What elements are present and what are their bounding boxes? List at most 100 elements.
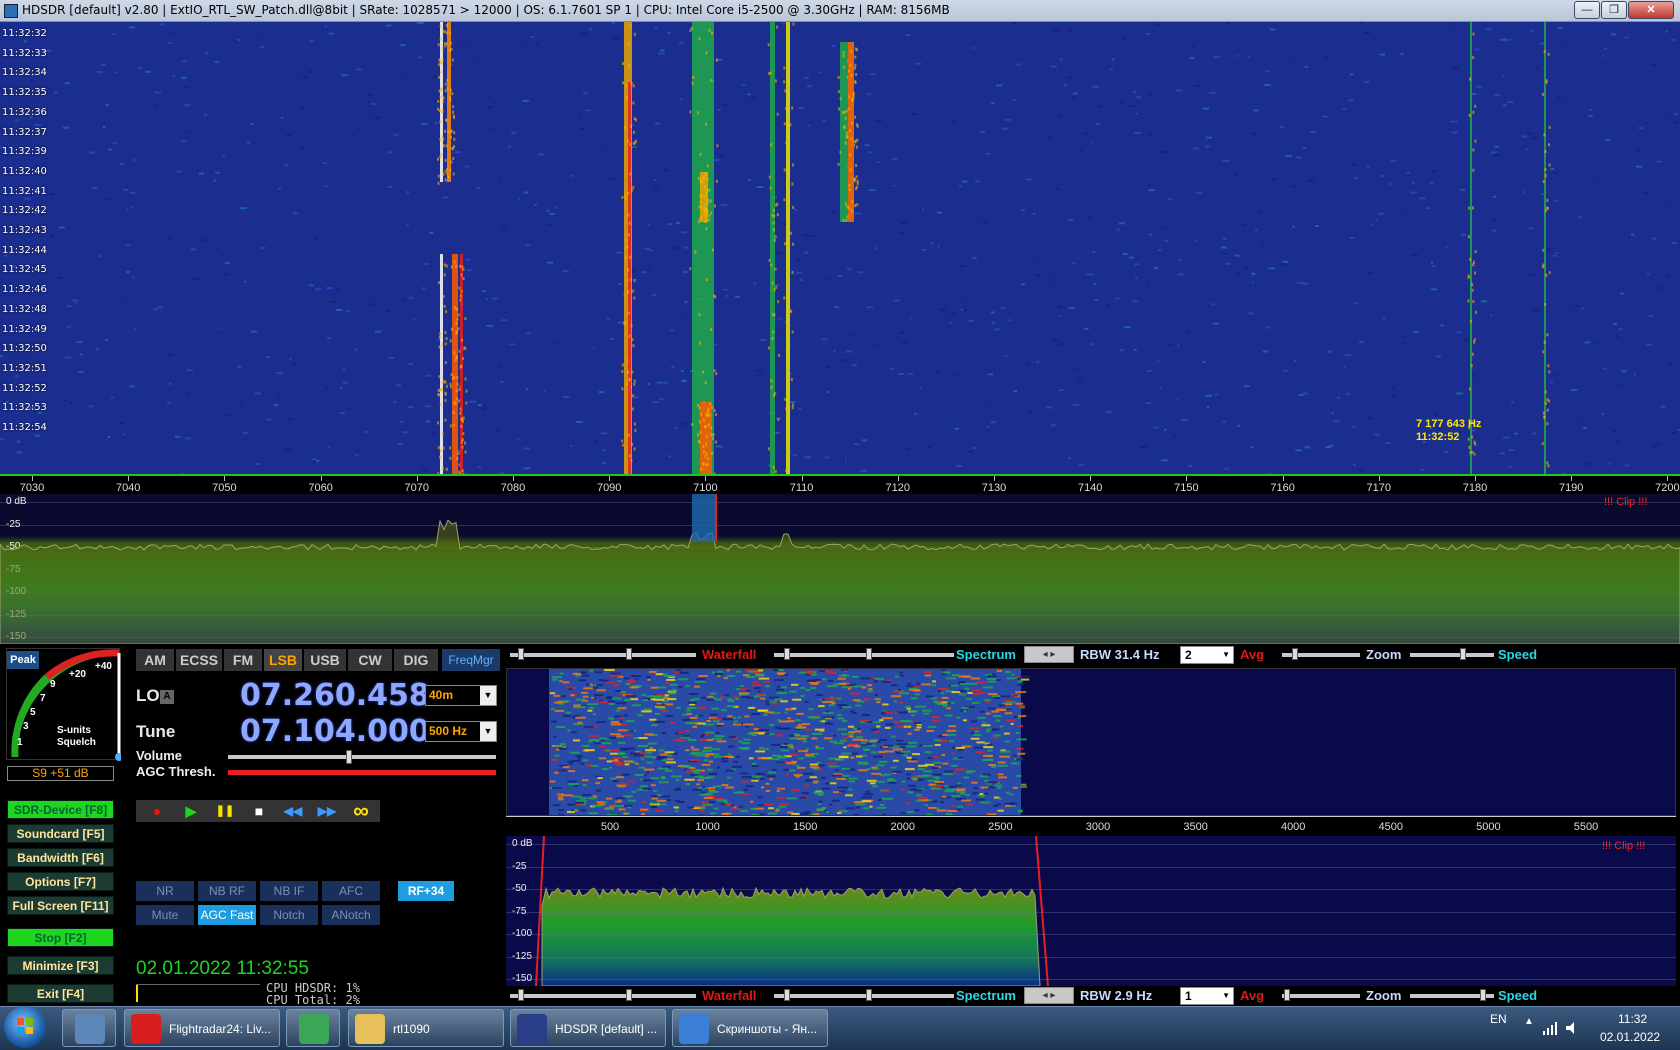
filter-nb-rf-button[interactable]: NB RF xyxy=(198,881,256,901)
speed-slider[interactable] xyxy=(1410,648,1494,660)
band-select[interactable]: 40m ▼ xyxy=(425,685,497,706)
volume-slider[interactable] xyxy=(228,750,496,764)
audio-spectrum[interactable]: 0 dB -25 -50 -75 -100 -125 -150 !!! Clip !!! xyxy=(506,836,1676,986)
zoom-slider[interactable] xyxy=(1282,648,1360,660)
af-rbw-spinner[interactable]: ◂ ▸ xyxy=(1024,987,1074,1004)
restore-button[interactable]: ❐ xyxy=(1601,1,1627,19)
lo-label: LO xyxy=(136,686,160,705)
mode-usb-button[interactable]: USB xyxy=(304,649,346,671)
clock-time[interactable]: 11:32 xyxy=(1618,1012,1647,1026)
mode-lsb-button[interactable]: LSB xyxy=(264,649,302,671)
rewind-button[interactable]: ◀◀ xyxy=(276,800,310,822)
full-screen-button[interactable]: Full Screen [F11] xyxy=(7,896,114,915)
volume-label: Volume xyxy=(136,748,182,763)
frequency-axis[interactable]: 7030 7040 7050 7060 7070 7080 7090 7100 7110 7120… xyxy=(0,474,1680,494)
rf-gain-button[interactable]: RF+34 xyxy=(398,881,454,901)
avg-select[interactable]: 2 ▼ xyxy=(1180,646,1234,664)
waterfall-slider-1[interactable] xyxy=(510,648,606,660)
freq-tick-label: 7160 xyxy=(1270,482,1295,494)
waterfall-timestamp: 11:32:42 xyxy=(2,205,47,217)
freq-tick-label: 7120 xyxy=(885,482,911,494)
af-speed-slider[interactable] xyxy=(1410,989,1494,1001)
opera-icon xyxy=(131,1014,161,1044)
filter-nr-button[interactable]: NR xyxy=(136,881,194,901)
exit-button[interactable]: Exit [F4] xyxy=(7,984,114,1003)
freq-tick-label: 7040 xyxy=(115,482,141,494)
freq-tick-label: 7080 xyxy=(500,482,526,494)
main-waterfall[interactable]: 11:32:32 11:32:33 11:32:34 11:32:35 11:32:36… xyxy=(0,22,1680,474)
folder-icon xyxy=(355,1014,385,1044)
lo-a-badge[interactable]: A xyxy=(160,690,174,704)
volume-icon[interactable] xyxy=(1564,1020,1580,1036)
audio-db-label: -125 xyxy=(512,950,533,962)
taskbar-item[interactable]: Flightradar24: Liv... xyxy=(124,1009,280,1047)
taskbar-item[interactable] xyxy=(62,1009,116,1047)
taskbar-item[interactable]: Скриншоты - Ян... xyxy=(672,1009,828,1047)
filter-afc-button[interactable]: AFC xyxy=(322,881,380,901)
mode-dig-button[interactable]: DIG xyxy=(394,649,438,671)
taskbar-item[interactable]: rtl1090 xyxy=(348,1009,504,1047)
freqmgr-button[interactable]: FreqMgr xyxy=(442,649,500,671)
pause-button[interactable]: ❚❚ xyxy=(208,800,242,822)
mode-cw-button[interactable]: CW xyxy=(348,649,392,671)
close-button[interactable]: ✕ xyxy=(1628,1,1674,19)
filter-agc-fast-button[interactable]: AGC Fast xyxy=(198,905,256,925)
sdr-device-button[interactable]: SDR-Device [F8] xyxy=(7,800,114,819)
mode-am-button[interactable]: AM xyxy=(136,649,174,671)
title-bar: HDSDR [default] v2.80 | ExtIO_RTL_SW_Pat… xyxy=(0,0,1680,22)
taskbar-item[interactable]: HDSDR [default] ... xyxy=(510,1009,666,1047)
chevron-down-icon: ▼ xyxy=(480,686,496,705)
filter-nb-if-button[interactable]: NB IF xyxy=(260,881,318,901)
peak-button[interactable]: Peak xyxy=(7,651,39,669)
mode-ecss-button[interactable]: ECSS xyxy=(176,649,222,671)
af-waterfall-slider-1[interactable] xyxy=(510,989,606,1001)
af-avg-select[interactable]: 1 ▼ xyxy=(1180,987,1234,1005)
filter-passband xyxy=(692,494,716,542)
freq-tick-label: 7070 xyxy=(404,482,430,494)
af-waterfall-slider-2[interactable] xyxy=(606,989,696,1001)
filter-mute-button[interactable]: Mute xyxy=(136,905,194,925)
audio-waterfall[interactable] xyxy=(506,668,1676,816)
main-spectrum[interactable]: 0 dB-25-50-75-100-125-150 !!! Clip !!! xyxy=(0,494,1680,644)
af-zoom-slider[interactable] xyxy=(1282,989,1360,1001)
smeter-scale-3: 3 xyxy=(23,721,29,732)
lo-frequency-display[interactable]: 07.260.458 xyxy=(240,678,430,713)
soundcard-button[interactable]: Soundcard [F5] xyxy=(7,824,114,843)
record-button[interactable]: ● xyxy=(140,800,174,822)
loop-button[interactable]: ∞ xyxy=(344,800,378,822)
start-button[interactable] xyxy=(4,1006,46,1048)
bandwidth-button[interactable]: Bandwidth [F6] xyxy=(7,848,114,867)
minimize-button[interactable]: — xyxy=(1574,1,1600,19)
freq-tick-mark xyxy=(416,476,418,481)
tray-expand-icon[interactable]: ▲ xyxy=(1524,1016,1534,1027)
smeter-scale-1: 1 xyxy=(17,737,23,748)
filter-anotch-button[interactable]: ANotch xyxy=(322,905,380,925)
freq-tick-mark xyxy=(1571,476,1573,481)
minimize-app-button[interactable]: Minimize [F3] xyxy=(7,956,114,975)
language-indicator[interactable]: EN xyxy=(1490,1012,1507,1026)
clock-date[interactable]: 02.01.2022 xyxy=(1600,1030,1660,1044)
audio-tick-label: 2000 xyxy=(890,821,916,833)
af-spectrum-slider-1[interactable] xyxy=(774,989,864,1001)
spectrum-slider-2[interactable] xyxy=(864,648,954,660)
options-button[interactable]: Options [F7] xyxy=(7,872,114,891)
play-button[interactable]: ▶ xyxy=(174,800,208,822)
network-icon[interactable] xyxy=(1542,1020,1558,1036)
taskbar-item[interactable] xyxy=(286,1009,340,1047)
volume-slider-knob[interactable] xyxy=(345,750,352,764)
mode-fm-button[interactable]: FM xyxy=(224,649,262,671)
spectrum-slider-1[interactable] xyxy=(774,648,864,660)
af-spectrum-slider-2[interactable] xyxy=(864,989,954,1001)
waterfall-slider-2[interactable] xyxy=(606,648,696,660)
stop-button[interactable]: Stop [F2] xyxy=(7,928,114,947)
freq-tick-label: 7060 xyxy=(308,482,333,494)
step-select[interactable]: 500 Hz ▼ xyxy=(425,721,497,742)
tune-frequency-display[interactable]: 07.104.000 xyxy=(240,714,430,749)
rbw-spinner[interactable]: ◂ ▸ xyxy=(1024,646,1074,663)
agc-threshold-slider[interactable] xyxy=(228,770,496,775)
speed-label: Speed xyxy=(1498,647,1538,662)
filter-notch-button[interactable]: Notch xyxy=(260,905,318,925)
forward-button[interactable]: ▶▶ xyxy=(310,800,344,822)
stop-playback-button[interactable]: ■ xyxy=(242,800,276,822)
audio-frequency-axis[interactable]: 500 1000 1500 2000 2500 3000 3500 4000 4500 5000 5… xyxy=(506,816,1676,836)
